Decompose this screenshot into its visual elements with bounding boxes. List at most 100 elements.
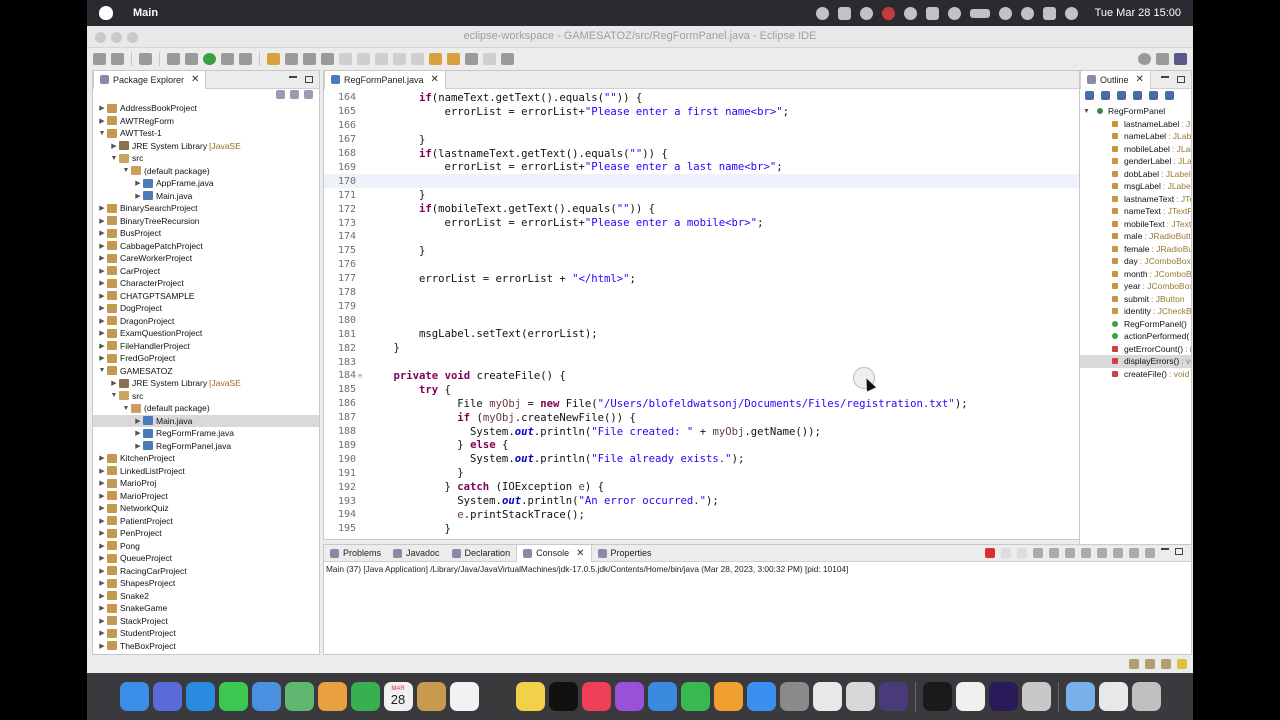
tree-item[interactable]: ▶ MarioProject [93, 490, 319, 503]
dock-app-store-icon[interactable] [746, 682, 776, 711]
outline-item[interactable]: month: JComboBox [1080, 268, 1191, 281]
show-on-stderr-icon[interactable] [1097, 548, 1107, 558]
chevron-right-icon[interactable]: ▶ [97, 517, 107, 525]
minimize-view-icon[interactable] [1161, 76, 1169, 78]
outline-item[interactable]: actionPerformed( [1080, 330, 1191, 343]
progress-icon[interactable] [1129, 659, 1139, 669]
dock-notes-brown-icon[interactable] [416, 682, 446, 711]
code-line[interactable]: 195 } [324, 522, 1152, 536]
clear-console-icon[interactable] [1033, 548, 1043, 558]
chevron-right-icon[interactable]: ▶ [97, 217, 107, 225]
tree-item[interactable]: ▶ Main.java [93, 190, 319, 203]
run-icon[interactable] [203, 53, 216, 65]
dock-mail-icon[interactable] [251, 682, 281, 711]
hide-fields-icon[interactable] [1117, 91, 1126, 100]
hide-local-types-icon[interactable] [1165, 91, 1174, 100]
dock-sublime-icon[interactable] [482, 682, 512, 711]
tree-item[interactable]: ▶ RegFormPanel.java [93, 440, 319, 453]
code-line[interactable]: 194 e.printStackTrace(); [324, 508, 1152, 522]
wifi-icon[interactable] [998, 6, 1012, 20]
chevron-right-icon[interactable]: ▶ [97, 629, 107, 637]
next-annotation-icon[interactable] [411, 53, 424, 65]
display-console-icon[interactable] [1129, 548, 1139, 558]
siri-icon[interactable] [1064, 6, 1078, 20]
tree-item[interactable]: ▼ AWTTest-1 [93, 127, 319, 140]
code-line[interactable]: 189 } else { [324, 439, 1152, 453]
tree-item[interactable]: ▶ LinkedListProject [93, 465, 319, 478]
tips-icon[interactable] [1161, 659, 1171, 669]
record-icon[interactable] [815, 6, 829, 20]
dock-launchpad-icon[interactable] [152, 682, 182, 711]
tree-item[interactable]: ▶ BinarySearchProject [93, 202, 319, 215]
code-line[interactable]: 177 errorList = errorList + "</html>"; [324, 272, 1152, 286]
new-class-icon[interactable] [303, 53, 316, 65]
outline-item[interactable]: dobLabel: JLabel [1080, 168, 1191, 181]
dock-chrome-icon[interactable] [812, 682, 842, 711]
cloud-icon[interactable] [837, 6, 851, 20]
sort-icon[interactable] [1101, 91, 1110, 100]
dock-scripts-icon[interactable] [1021, 682, 1051, 711]
outline-item[interactable]: nameText: JTextField [1080, 205, 1191, 218]
chevron-right-icon[interactable]: ▶ [97, 279, 107, 287]
minimize-view-icon[interactable] [289, 76, 297, 78]
outline-item[interactable]: male: JRadioButton [1080, 230, 1191, 243]
open-perspective-icon[interactable] [1156, 53, 1169, 65]
dock-eclipse-icon[interactable] [878, 682, 908, 711]
code-line[interactable]: 170 [324, 174, 1152, 189]
forward-icon[interactable] [447, 53, 460, 65]
toggle-mark-occurrences-icon[interactable] [357, 53, 370, 65]
dock-photos-icon[interactable] [317, 682, 347, 711]
view-menu-icon[interactable] [304, 90, 313, 99]
close-icon[interactable]: ✕ [431, 74, 439, 85]
chevron-right-icon[interactable]: ▶ [97, 479, 107, 487]
dock-documents-icon[interactable] [1098, 682, 1128, 711]
navigate-forward-icon[interactable] [483, 53, 496, 65]
terminate-icon[interactable] [985, 548, 995, 558]
code-line[interactable]: 164 if(nameText.getText().equals("")) { [324, 91, 1152, 105]
code-line[interactable]: 183 [324, 355, 1152, 369]
chevron-down-icon[interactable]: ▼ [109, 155, 119, 162]
dock-maps-icon[interactable] [284, 682, 314, 711]
tree-item[interactable]: ▶ PatientProject [93, 515, 319, 528]
tree-item[interactable]: ▶ Snake2 [93, 590, 319, 603]
toggle-block-selection-icon[interactable] [375, 53, 388, 65]
red-app-icon[interactable] [881, 6, 895, 20]
last-edit-location-icon[interactable] [465, 53, 478, 65]
chevron-right-icon[interactable]: ▶ [97, 242, 107, 250]
maximize-view-icon[interactable] [305, 76, 313, 83]
debug-icon[interactable] [185, 53, 198, 65]
tab-declaration[interactable]: Declaration [446, 545, 517, 562]
terminal-icon[interactable] [139, 53, 152, 65]
chevron-right-icon[interactable]: ▶ [97, 304, 107, 312]
outline-item[interactable]: genderLabel: JLabel [1080, 155, 1191, 168]
dock-terminal-icon[interactable] [922, 682, 952, 711]
tab-console[interactable]: Console ✕ [516, 545, 592, 562]
tree-item[interactable]: ▶ BinaryTreeRecursion [93, 215, 319, 228]
tree-item[interactable]: ▶ AWTRegForm [93, 115, 319, 128]
dock-numbers-icon[interactable] [680, 682, 710, 711]
input-source-icon[interactable] [925, 6, 939, 20]
dock-folder-icon[interactable] [1065, 682, 1095, 711]
chevron-down-icon[interactable]: ▼ [121, 405, 131, 412]
dock-pages-icon[interactable] [713, 682, 743, 711]
tree-item[interactable]: ▶ CabbagePatchProject [93, 240, 319, 253]
dock-finder-icon[interactable] [119, 682, 149, 711]
tree-item[interactable]: ▼ src [93, 390, 319, 403]
outline-item[interactable]: getErrorCount(): int [1080, 343, 1191, 356]
hide-static-icon[interactable] [1133, 91, 1142, 100]
remove-launch-icon[interactable] [1001, 548, 1011, 558]
remove-all-launches-icon[interactable] [1017, 548, 1027, 558]
tree-item[interactable]: ▶ MarioProj [93, 477, 319, 490]
code-line[interactable]: 181 msgLabel.setText(errorList); [324, 327, 1152, 341]
tab-package-explorer[interactable]: Package Explorer ✕ [93, 71, 207, 89]
tree-item[interactable]: ▶ NetworkQuiz [93, 502, 319, 515]
tree-item[interactable]: ▶ JRE System Library [JavaSE [93, 140, 319, 153]
outline-item[interactable]: displayErrors(): void [1080, 355, 1191, 368]
chevron-right-icon[interactable]: ▶ [97, 329, 107, 337]
search-toolbar-icon[interactable] [1138, 53, 1151, 65]
chevron-right-icon[interactable]: ▶ [97, 617, 107, 625]
dock-notes-icon[interactable] [515, 682, 545, 711]
maximize-view-icon[interactable] [1175, 548, 1183, 555]
fold-toggle-icon[interactable]: ⊖ [356, 372, 364, 380]
code-line[interactable]: 176 [324, 258, 1152, 272]
